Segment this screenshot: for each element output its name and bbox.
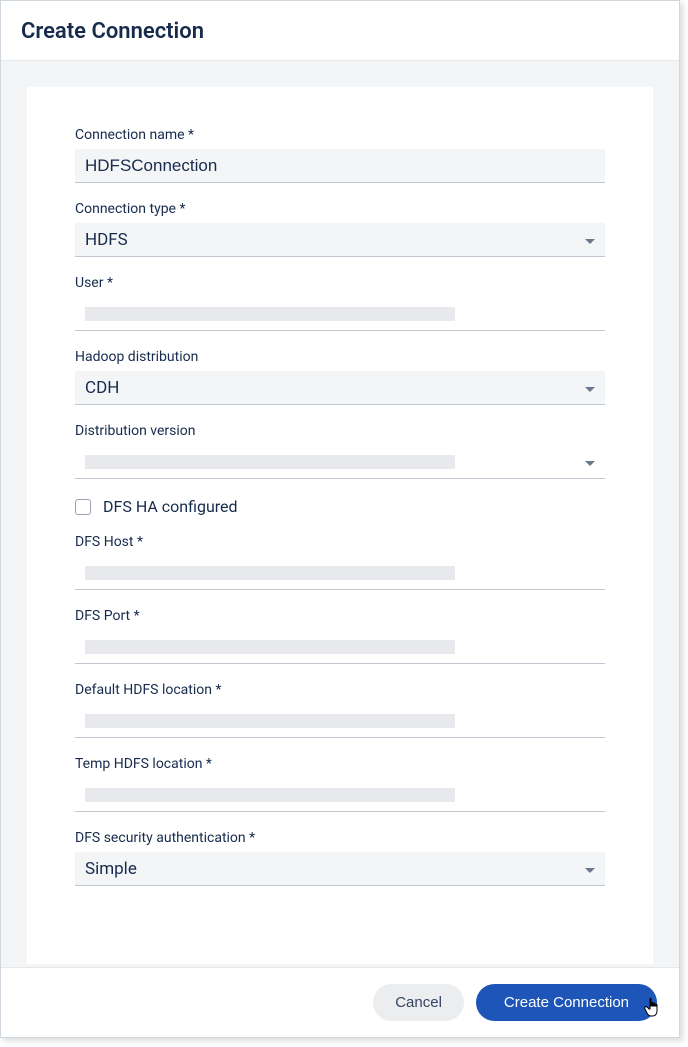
field-connection-type: Connection type * HDFS [75,201,605,257]
field-temp-hdfs-location: Temp HDFS location * [75,756,605,812]
create-connection-dialog: Create Connection Connection name * Conn… [0,0,680,1038]
field-dfs-port: DFS Port * [75,608,605,664]
temp-hdfs-location-label: Temp HDFS location * [75,756,605,772]
chevron-down-icon [585,378,595,397]
user-label: User * [75,275,605,291]
distribution-version-label: Distribution version [75,423,605,439]
dfs-security-auth-value: Simple [85,859,137,879]
connection-type-value: HDFS [85,230,128,250]
dialog-header: Create Connection [1,1,679,61]
dialog-footer: Cancel Create Connection [1,967,679,1037]
default-hdfs-location-label: Default HDFS location * [75,682,605,698]
chevron-down-icon [585,859,595,878]
field-dfs-security-auth: DFS security authentication * Simple [75,830,605,886]
field-user: User * [75,275,605,331]
user-input[interactable] [75,297,605,331]
distribution-version-select[interactable] [75,445,605,479]
chevron-down-icon [585,230,595,249]
create-connection-button[interactable]: Create Connection [476,984,657,1021]
form-card: Connection name * Connection type * HDFS… [27,87,653,964]
dfs-security-auth-select[interactable]: Simple [75,852,605,886]
field-distribution-version: Distribution version [75,423,605,479]
connection-type-label: Connection type * [75,201,605,217]
connection-name-label: Connection name * [75,127,605,143]
dfs-host-input[interactable] [75,556,605,590]
chevron-down-icon [585,452,595,471]
field-default-hdfs-location: Default HDFS location * [75,682,605,738]
hadoop-distribution-value: CDH [85,378,119,398]
field-dfs-host: DFS Host * [75,534,605,590]
dfs-host-label: DFS Host * [75,534,605,550]
cancel-button[interactable]: Cancel [373,984,464,1021]
field-dfs-ha: DFS HA configured [75,497,605,516]
dfs-ha-checkbox[interactable] [75,499,91,515]
dfs-ha-label: DFS HA configured [103,497,238,516]
hadoop-distribution-select[interactable]: CDH [75,371,605,405]
hadoop-distribution-label: Hadoop distribution [75,349,605,365]
default-hdfs-location-input[interactable] [75,704,605,738]
dfs-port-label: DFS Port * [75,608,605,624]
field-connection-name: Connection name * [75,127,605,183]
dfs-port-input[interactable] [75,630,605,664]
temp-hdfs-location-input[interactable] [75,778,605,812]
connection-type-select[interactable]: HDFS [75,223,605,257]
dialog-body: Connection name * Connection type * HDFS… [1,61,679,967]
dialog-title: Create Connection [21,19,659,44]
dfs-security-auth-label: DFS security authentication * [75,830,605,846]
connection-name-input[interactable] [75,149,605,183]
field-hadoop-distribution: Hadoop distribution CDH [75,349,605,405]
